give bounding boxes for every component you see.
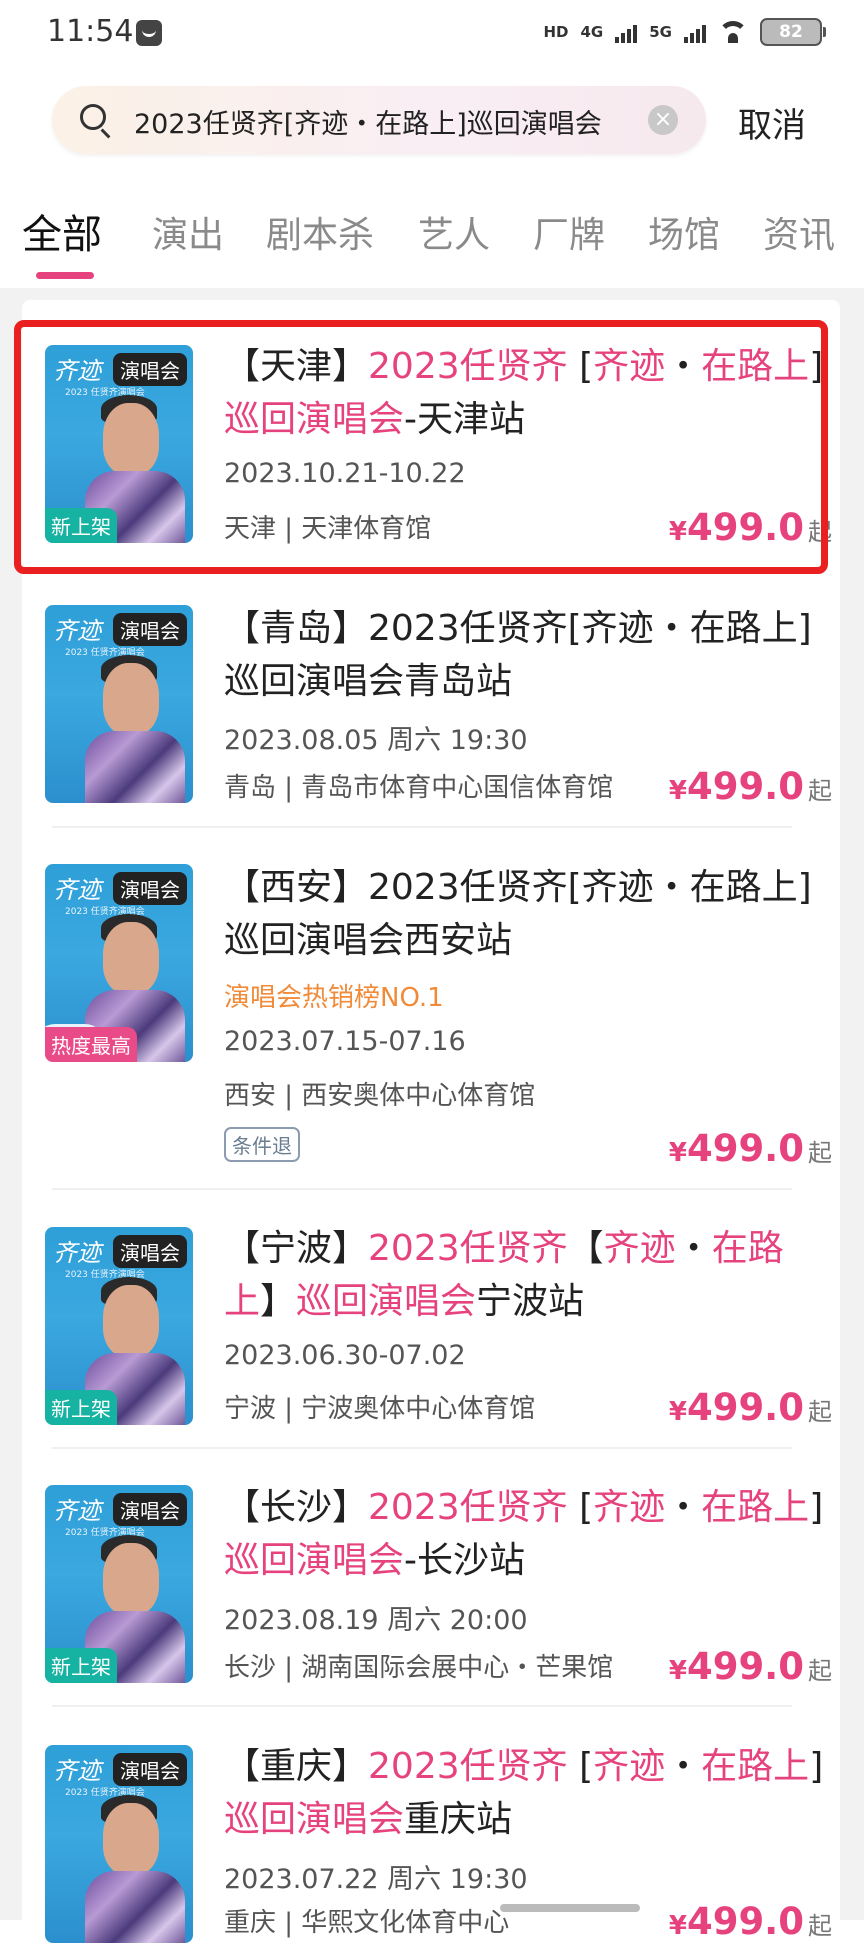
event-venue: 宁波 | 宁波奥体中心体育馆 (224, 1394, 536, 1424)
divider (52, 1705, 792, 1707)
hot-badge: 热度最高 (45, 1027, 137, 1062)
selection-highlight (14, 320, 828, 574)
type-badge: 演唱会 (113, 1493, 187, 1526)
poster-brand: 齐迹 (53, 617, 101, 645)
tab-shows[interactable]: 演出 (152, 206, 224, 258)
new-badge: 新上架 (45, 1648, 117, 1683)
tab-script-kill[interactable]: 剧本杀 (266, 206, 374, 258)
status-bar: 11:54 HD 4G 5G 82 (0, 0, 864, 68)
tab-all[interactable]: 全部 (22, 202, 102, 260)
event-date: 2023.08.05 周六 19:30 (224, 725, 528, 756)
event-poster: 齐迹 2023 任贤齐演唱会 演唱会 (45, 605, 193, 803)
net2-label: 5G (649, 23, 672, 41)
event-title: 【长沙】2023任贤齐 [齐迹・在路上]巡回演唱会-长沙站 (224, 1487, 824, 1581)
signal-icon (615, 21, 638, 43)
search-box[interactable]: 2023任贤齐[齐迹・在路上]巡回演唱会 × (52, 86, 706, 154)
search-icon (80, 104, 106, 130)
event-date: 2023.07.22 周六 19:30 (224, 1864, 528, 1895)
event-price: ¥499.0 起 (668, 1900, 832, 1943)
event-title: 【西安】2023任贤齐[齐迹・在路上]巡回演唱会西安站 (224, 867, 812, 961)
net1-label: 4G (580, 23, 604, 41)
event-price: ¥499.0 起 (668, 1645, 832, 1688)
signal-icon-2 (684, 21, 706, 43)
event-price: ¥499.0 起 (668, 765, 832, 808)
new-badge: 新上架 (45, 1390, 117, 1425)
event-price: ¥499.0 起 (668, 1127, 832, 1170)
hd-icon: HD (543, 23, 569, 41)
event-title: 【宁波】2023任贤齐【齐迹・在路上】巡回演唱会宁波站 (224, 1228, 784, 1322)
event-title: 【重庆】2023任贤齐 [齐迹・在路上]巡回演唱会重庆站 (224, 1746, 824, 1840)
event-date: 2023.07.15-07.16 (224, 1026, 466, 1057)
tab-venues[interactable]: 场馆 (648, 206, 720, 258)
event-poster: 齐迹 2023 任贤齐演唱会 演唱会 新上架 (45, 1227, 193, 1425)
divider (52, 1447, 792, 1449)
category-tabs: 全部 演出 剧本杀 艺人 厂牌 场馆 资讯 (0, 200, 864, 282)
search-input[interactable]: 2023任贤齐[齐迹・在路上]巡回演唱会 (134, 102, 602, 141)
home-indicator[interactable] (500, 1904, 640, 1912)
poster-brand: 齐迹 (53, 876, 101, 904)
tab-news[interactable]: 资讯 (763, 206, 835, 258)
cancel-button[interactable]: 取消 (738, 98, 806, 147)
poster-brand: 齐迹 (53, 1757, 101, 1785)
active-tab-indicator (36, 272, 94, 279)
event-poster: 齐迹 2023 任贤齐演唱会 演唱会 新上架 (45, 1485, 193, 1683)
type-badge: 演唱会 (113, 613, 187, 646)
type-badge: 演唱会 (113, 1235, 187, 1268)
tab-artists[interactable]: 艺人 (418, 206, 490, 258)
event-poster: 齐迹 2023 任贤齐演唱会 演唱会 热度最高 (45, 864, 193, 1062)
message-notification-icon (136, 20, 162, 46)
event-venue: 重庆 | 华熙文化体育中心 (224, 1908, 510, 1938)
event-date: 2023.08.19 周六 20:00 (224, 1605, 528, 1636)
event-date: 2023.06.30-07.02 (224, 1340, 466, 1371)
type-badge: 演唱会 (113, 872, 187, 905)
wifi-icon (718, 21, 748, 43)
divider (52, 826, 792, 828)
hot-ranking: 演唱会热销榜NO.1 (224, 983, 444, 1013)
tab-labels[interactable]: 厂牌 (533, 206, 605, 258)
poster-brand: 齐迹 (53, 1497, 101, 1525)
clear-icon[interactable]: × (648, 105, 678, 135)
type-badge: 演唱会 (113, 1753, 187, 1786)
event-venue: 青岛 | 青岛市体育中心国信体育馆 (224, 773, 614, 803)
status-time: 11:54 (47, 14, 134, 49)
event-venue: 西安 | 西安奥体中心体育馆 (224, 1081, 536, 1111)
event-title: 【青岛】2023任贤齐[齐迹・在路上]巡回演唱会青岛站 (224, 608, 812, 702)
battery-icon: 82 (760, 18, 826, 46)
divider (52, 1188, 792, 1190)
event-price: ¥499.0 起 (668, 1386, 832, 1429)
refund-tag: 条件退 (224, 1127, 300, 1162)
poster-brand: 齐迹 (53, 1239, 101, 1267)
status-icons: HD 4G 5G 82 (543, 18, 826, 46)
event-poster: 齐迹 2023 任贤齐演唱会 演唱会 (45, 1745, 193, 1943)
event-venue: 长沙 | 湖南国际会展中心・芒果馆 (224, 1653, 614, 1683)
